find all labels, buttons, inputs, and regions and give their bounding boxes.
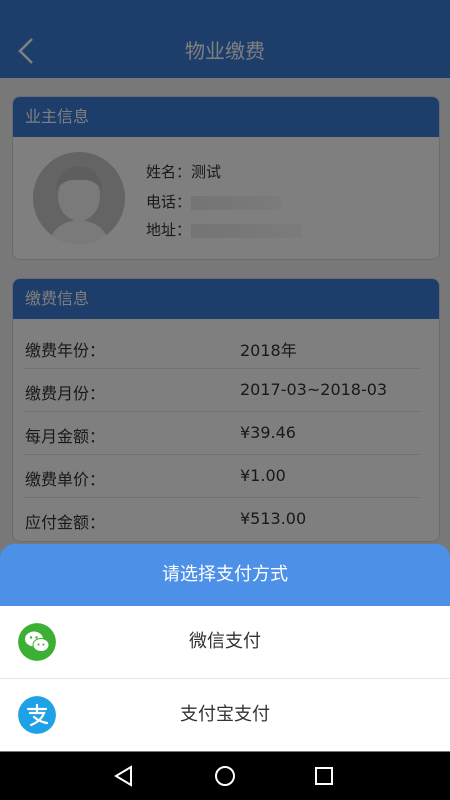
alipay-option[interactable]: 支付宝支付 (0, 679, 450, 751)
payment-method-sheet: 请选择支付方式 微信支付 支付宝支付 (0, 544, 450, 752)
alipay-label: 支付宝支付 (180, 704, 270, 725)
wechat-icon (18, 623, 56, 661)
alipay-icon (18, 696, 56, 734)
nav-home-icon[interactable] (211, 762, 239, 790)
nav-recents-icon[interactable] (310, 762, 338, 790)
payment-sheet-title: 请选择支付方式 (0, 544, 450, 606)
nav-back-icon[interactable] (110, 762, 138, 790)
system-navigation-bar (0, 752, 450, 800)
wechat-pay-label: 微信支付 (189, 631, 261, 652)
wechat-pay-option[interactable]: 微信支付 (0, 606, 450, 679)
